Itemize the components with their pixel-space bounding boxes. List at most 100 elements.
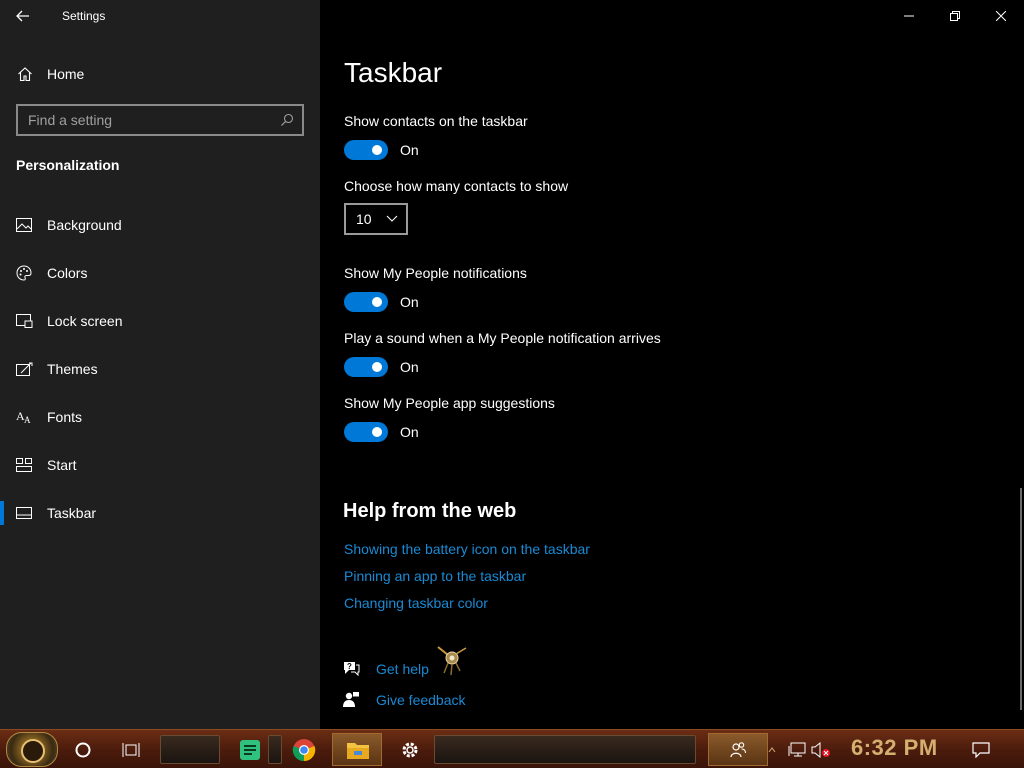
chevron-down-icon bbox=[386, 215, 398, 222]
toggle-knob bbox=[372, 297, 382, 307]
show-hidden-icons-button[interactable] bbox=[766, 730, 778, 768]
section-heading: Personalization bbox=[16, 157, 120, 173]
sidebar-item-themes[interactable]: Themes bbox=[0, 349, 320, 389]
start-icon bbox=[16, 458, 32, 472]
task-view-button[interactable] bbox=[116, 730, 146, 768]
sidebar-item-background[interactable]: Background bbox=[0, 205, 320, 245]
picture-icon bbox=[16, 218, 32, 232]
notes-app-button[interactable] bbox=[234, 730, 266, 768]
title-bar: Settings bbox=[0, 0, 320, 32]
play-sound-row: On bbox=[344, 357, 419, 377]
settings-content: Taskbar Show contacts on the taskbar On … bbox=[320, 0, 1024, 729]
help-heading: Help from the web bbox=[343, 500, 517, 522]
taskbar-panel-center bbox=[434, 735, 696, 764]
sidebar-item-label: Themes bbox=[47, 361, 98, 377]
toggle-knob bbox=[372, 145, 382, 155]
sidebar-item-label: Lock screen bbox=[47, 313, 123, 329]
chrome-icon bbox=[292, 738, 316, 761]
sidebar-item-label: Start bbox=[47, 457, 77, 473]
search-icon[interactable] bbox=[280, 113, 294, 127]
people-button[interactable] bbox=[708, 733, 768, 766]
volume-muted-icon bbox=[811, 741, 830, 758]
help-link-battery[interactable]: Showing the battery icon on the taskbar bbox=[344, 541, 590, 557]
sidebar-item-taskbar[interactable]: Taskbar bbox=[0, 493, 320, 533]
play-sound-label: Play a sound when a My People notificati… bbox=[344, 330, 661, 346]
taskbar-panel-left bbox=[160, 735, 220, 764]
network-icon bbox=[788, 742, 806, 756]
file-explorer-icon bbox=[347, 743, 369, 759]
volume-button[interactable] bbox=[810, 730, 832, 768]
help-link-taskbar-color[interactable]: Changing taskbar color bbox=[344, 595, 488, 611]
feedback-icon bbox=[343, 692, 359, 707]
toggle-state: On bbox=[400, 424, 419, 440]
palette-icon bbox=[16, 265, 32, 281]
taskbar-clock[interactable]: 6:32 PM bbox=[851, 735, 938, 761]
sidebar-item-start[interactable]: Start bbox=[0, 445, 320, 485]
sidebar-item-label: Taskbar bbox=[47, 505, 97, 521]
dropdown-value: 10 bbox=[356, 211, 372, 227]
nav-home[interactable]: Home bbox=[0, 56, 320, 92]
sidebar-item-label: Colors bbox=[47, 265, 88, 281]
people-notifications-toggle[interactable] bbox=[344, 292, 388, 312]
fonts-icon: A A bbox=[16, 410, 31, 424]
lock-screen-icon bbox=[16, 314, 33, 328]
home-icon bbox=[18, 67, 32, 82]
contacts-count-label: Choose how many contacts to show bbox=[344, 178, 569, 194]
contacts-count-dropdown[interactable]: 10 bbox=[344, 203, 408, 235]
help-link-pin-app[interactable]: Pinning an app to the taskbar bbox=[344, 568, 526, 584]
home-label: Home bbox=[47, 66, 85, 82]
sidebar-item-label: Fonts bbox=[47, 409, 83, 425]
app-suggestions-toggle[interactable] bbox=[344, 422, 388, 442]
show-contacts-row: On bbox=[344, 140, 419, 160]
play-sound-toggle[interactable] bbox=[344, 357, 388, 377]
start-button[interactable] bbox=[6, 732, 58, 767]
search-input[interactable] bbox=[28, 112, 268, 128]
search-box[interactable] bbox=[16, 104, 304, 136]
task-view-icon bbox=[122, 742, 140, 757]
people-notifications-row: On bbox=[344, 292, 419, 312]
cortana-icon bbox=[75, 742, 91, 757]
minimize-icon bbox=[904, 15, 914, 17]
chrome-button[interactable] bbox=[288, 730, 320, 768]
sidebar-item-colors[interactable]: Colors bbox=[0, 253, 320, 293]
chat-help-icon: ? bbox=[344, 662, 360, 677]
start-gear-icon bbox=[21, 739, 45, 763]
close-icon bbox=[996, 11, 1006, 21]
restore-button[interactable] bbox=[932, 0, 978, 32]
show-contacts-label: Show contacts on the taskbar bbox=[344, 113, 528, 129]
cortana-button[interactable] bbox=[68, 730, 98, 768]
toggle-knob bbox=[372, 427, 382, 437]
toggle-knob bbox=[372, 362, 382, 372]
action-center-button[interactable] bbox=[968, 730, 994, 768]
show-contacts-toggle[interactable] bbox=[344, 140, 388, 160]
people-icon bbox=[730, 742, 747, 758]
network-button[interactable] bbox=[786, 730, 808, 768]
sidebar-item-label: Background bbox=[47, 217, 122, 233]
toggle-state: On bbox=[400, 294, 419, 310]
settings-button[interactable] bbox=[394, 730, 426, 768]
svg-text:A: A bbox=[24, 415, 31, 424]
minimize-button[interactable] bbox=[886, 0, 932, 32]
steampunk-cursor-icon bbox=[437, 646, 467, 676]
action-center-icon bbox=[972, 741, 990, 758]
svg-text:?: ? bbox=[347, 662, 352, 671]
sidebar-item-fonts[interactable]: A A Fonts bbox=[0, 397, 320, 437]
taskbar: 6:32 PM bbox=[0, 729, 1024, 768]
get-help-link[interactable]: ? Get help bbox=[342, 660, 429, 677]
toggle-state: On bbox=[400, 359, 419, 375]
taskbar-divider bbox=[268, 735, 282, 764]
toggle-state: On bbox=[400, 142, 419, 158]
window-controls bbox=[886, 0, 1024, 32]
back-button[interactable] bbox=[0, 0, 46, 32]
settings-sidebar: Settings Home Personalization Background bbox=[0, 0, 320, 729]
file-explorer-button[interactable] bbox=[332, 733, 382, 766]
scrollbar[interactable] bbox=[1020, 488, 1022, 710]
chevron-up-icon bbox=[768, 746, 776, 752]
close-button[interactable] bbox=[978, 0, 1024, 32]
give-feedback-label: Give feedback bbox=[376, 691, 466, 708]
sidebar-item-lock-screen[interactable]: Lock screen bbox=[0, 301, 320, 341]
give-feedback-link[interactable]: Give feedback bbox=[342, 691, 466, 708]
app-title: Settings bbox=[62, 9, 106, 23]
people-notifications-label: Show My People notifications bbox=[344, 265, 527, 281]
restore-icon bbox=[950, 11, 960, 21]
